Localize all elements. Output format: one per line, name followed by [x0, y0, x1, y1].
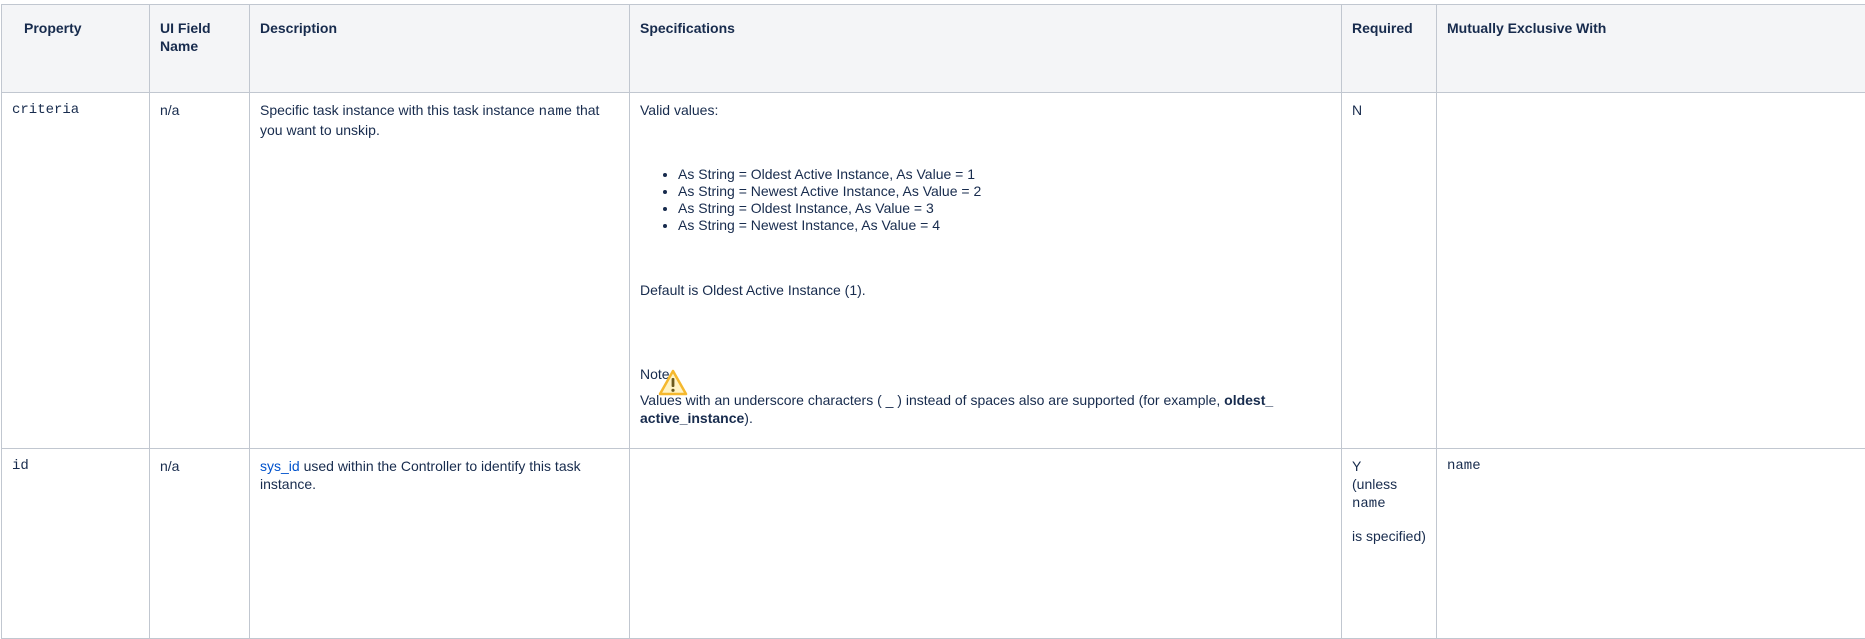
list-item: As String = Newest Instance, As Value = … — [678, 217, 1333, 234]
required-condition-end: is specified) — [1352, 527, 1428, 545]
header-ui-field-name: UI Field Name — [150, 5, 250, 93]
property-criteria: criteria — [2, 93, 150, 449]
description-text: used within the Controller to identify t… — [260, 458, 581, 492]
list-item: As String = Oldest Active Instance, As V… — [678, 166, 1333, 183]
header-description: Description — [250, 5, 630, 93]
description-code: name — [539, 104, 573, 120]
note-text: Values with an underscore characters ( _… — [640, 391, 1333, 427]
list-item: As String = Newest Active Instance, As V… — [678, 183, 1333, 200]
required-condition: (unless name — [1352, 475, 1428, 513]
required-code: name — [1352, 496, 1386, 512]
required-id: Y (unless name is specified) — [1342, 449, 1437, 639]
note-title: Note — [640, 365, 1333, 383]
mutually-exclusive-criteria — [1437, 93, 1865, 449]
mutually-exclusive-id: name — [1437, 449, 1865, 639]
table-row-id: id n/a sys_id used within the Controller… — [2, 449, 1865, 639]
description-criteria: Specific task instance with this task in… — [250, 93, 630, 449]
table-row-criteria: criteria n/a Specific task instance with… — [2, 93, 1865, 449]
required-value: Y — [1352, 457, 1428, 475]
list-item: As String = Oldest Instance, As Value = … — [678, 200, 1333, 217]
spec-values-list: As String = Oldest Active Instance, As V… — [640, 166, 1333, 234]
header-property: Property — [2, 5, 150, 93]
table-header-row: Property UI Field Name Description Speci… — [2, 5, 1865, 93]
specifications-criteria: Valid values: As String = Oldest Active … — [630, 93, 1342, 449]
note-panel: Note Values with an underscore character… — [640, 365, 1333, 427]
ui-field-name-id: n/a — [150, 449, 250, 639]
property-id: id — [2, 449, 150, 639]
ui-field-name-criteria: n/a — [150, 93, 250, 449]
description-id: sys_id used within the Controller to ide… — [250, 449, 630, 639]
sys-id-link[interactable]: sys_id — [260, 458, 300, 474]
header-specifications: Specifications — [630, 5, 1342, 93]
header-mutually-exclusive: Mutually Exclusive With — [1437, 5, 1865, 93]
specifications-id — [630, 449, 1342, 639]
spec-intro: Valid values: — [640, 101, 1333, 119]
required-criteria: N — [1342, 93, 1437, 449]
spec-default: Default is Oldest Active Instance (1). — [640, 281, 1333, 299]
properties-table: Property UI Field Name Description Speci… — [1, 4, 1865, 639]
warning-triangle-icon — [658, 369, 688, 397]
header-required: Required — [1342, 5, 1437, 93]
description-text: Specific task instance with this task in… — [260, 102, 539, 118]
